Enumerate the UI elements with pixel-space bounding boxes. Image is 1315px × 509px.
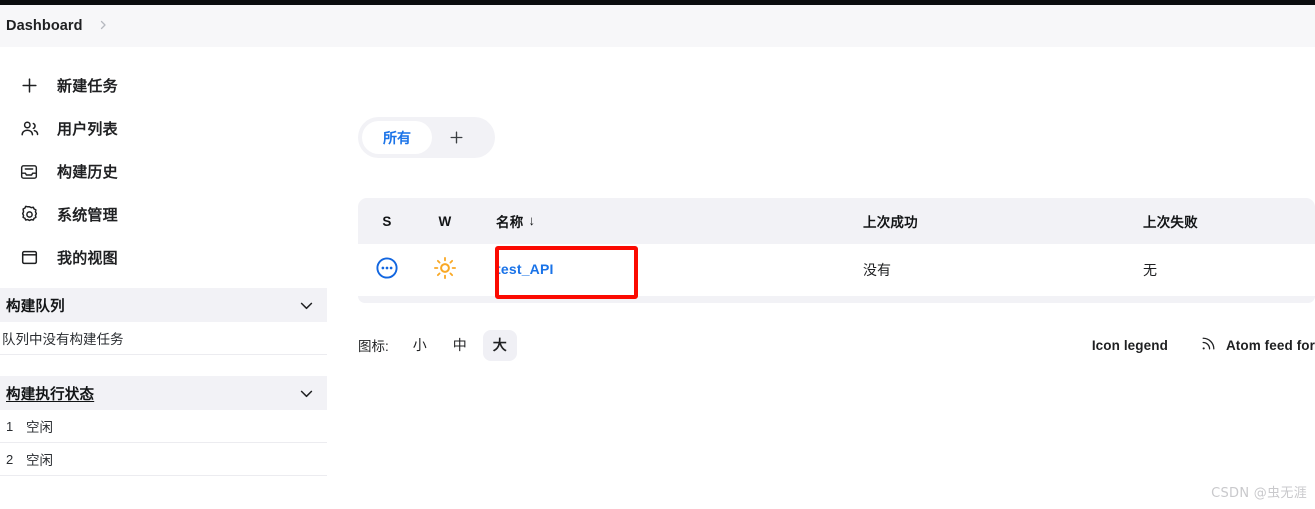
footer-links: Icon legend Atom feed for (1092, 335, 1315, 355)
column-header-last-failure[interactable]: 上次失败 (1139, 211, 1315, 232)
tab-all[interactable]: 所有 (362, 121, 432, 154)
executor-row: 1 空闲 (0, 410, 327, 443)
gear-icon (18, 204, 40, 226)
sidebar: 新建任务 用户列表 构建历史 系统管理 我的视图 构建队列 队列中没有构建任务 … (0, 47, 327, 509)
sidebar-item-label: 我的视图 (57, 250, 118, 267)
column-header-name-label: 名称 (496, 214, 524, 230)
sidebar-item-people[interactable]: 用户列表 (0, 116, 327, 141)
icon-legend-link[interactable]: Icon legend (1092, 338, 1168, 353)
breadcrumb: Dashboard (0, 5, 1315, 47)
build-executor-status-widget: 构建执行状态 1 空闲 2 空闲 (0, 376, 327, 476)
pending-dots-icon (375, 256, 399, 285)
watermark: CSDN @虫无涯 (1211, 486, 1307, 501)
executor-state: 空闲 (26, 453, 53, 468)
atom-feed-link[interactable]: Atom feed for (1200, 335, 1315, 355)
column-header-weather[interactable]: W (416, 214, 474, 229)
sidebar-item-new-job[interactable]: 新建任务 (0, 73, 327, 98)
sunny-icon (433, 256, 457, 285)
jobs-table: S W 名称 ↓ 上次成功 上次失败 test_API 没有 无 (358, 198, 1315, 303)
column-header-name[interactable]: 名称 ↓ (474, 211, 859, 232)
executor-number: 2 (6, 451, 14, 467)
sidebar-item-manage-jenkins[interactable]: 系统管理 (0, 202, 327, 227)
people-icon (18, 118, 40, 140)
column-header-status[interactable]: S (358, 214, 416, 229)
build-queue-empty-message: 队列中没有构建任务 (0, 322, 327, 355)
job-link[interactable]: test_API (496, 261, 554, 277)
main-content: 所有 S W 名称 ↓ 上次成功 上次失败 test_API 没有 无 图标: … (358, 47, 1315, 509)
window-icon (18, 247, 40, 269)
executor-number: 1 (6, 418, 14, 434)
table-footer-strip (358, 296, 1315, 303)
job-weather-cell[interactable] (416, 256, 474, 285)
chevron-down-icon[interactable] (298, 385, 315, 402)
sidebar-item-label: 构建历史 (57, 164, 118, 181)
build-queue-title: 构建队列 (6, 298, 65, 315)
last-success-value: 没有 (863, 262, 891, 278)
icon-size-medium-button[interactable]: 中 (443, 330, 477, 361)
sidebar-item-label: 系统管理 (57, 207, 118, 224)
build-executor-status-title: 构建执行状态 (6, 386, 95, 403)
column-header-last-success[interactable]: 上次成功 (859, 211, 1139, 232)
build-queue-header[interactable]: 构建队列 (0, 288, 327, 322)
rss-icon (1200, 335, 1217, 355)
sidebar-item-label: 新建任务 (57, 78, 118, 95)
table-header-row: S W 名称 ↓ 上次成功 上次失败 (358, 198, 1315, 244)
sidebar-widget-gap (0, 355, 327, 374)
last-failure-value: 无 (1143, 262, 1157, 278)
view-tab-bar: 所有 (358, 117, 495, 158)
chevron-down-icon[interactable] (298, 297, 315, 314)
icon-size-large-button[interactable]: 大 (482, 329, 517, 361)
icon-size-controls: 图标: 小 中 大 (358, 329, 523, 361)
build-executor-status-header[interactable]: 构建执行状态 (0, 376, 327, 410)
atom-feed-label: Atom feed for (1225, 337, 1315, 353)
sidebar-item-build-history[interactable]: 构建历史 (0, 159, 327, 184)
sidebar-nav: 新建任务 用户列表 构建历史 系统管理 我的视图 (0, 47, 327, 270)
executor-state: 空闲 (26, 420, 53, 435)
inbox-icon (18, 161, 40, 183)
table-row: test_API 没有 无 (358, 244, 1315, 296)
chevron-right-icon (97, 19, 109, 33)
icon-size-small-button[interactable]: 小 (403, 330, 437, 361)
job-last-success-cell: 没有 (859, 260, 1139, 280)
job-status-cell[interactable] (358, 256, 416, 285)
build-queue-widget: 构建队列 队列中没有构建任务 (0, 288, 327, 355)
icon-size-label: 图标: (358, 339, 389, 354)
breadcrumb-item-dashboard[interactable]: Dashboard (6, 18, 83, 34)
job-last-failure-cell: 无 (1139, 260, 1315, 280)
plus-icon (450, 131, 462, 144)
table-footer-bar: 图标: 小 中 大 Icon legend Atom feed for (358, 328, 1315, 362)
executor-row: 2 空闲 (0, 443, 327, 476)
plus-icon (18, 75, 40, 97)
page-body: 新建任务 用户列表 构建历史 系统管理 我的视图 构建队列 队列中没有构建任务 … (0, 47, 1315, 509)
job-name-cell: test_API (474, 261, 859, 279)
sidebar-item-my-views[interactable]: 我的视图 (0, 245, 327, 270)
add-view-button[interactable] (432, 121, 480, 154)
sort-desc-icon: ↓ (528, 213, 536, 228)
sidebar-item-label: 用户列表 (57, 121, 118, 138)
